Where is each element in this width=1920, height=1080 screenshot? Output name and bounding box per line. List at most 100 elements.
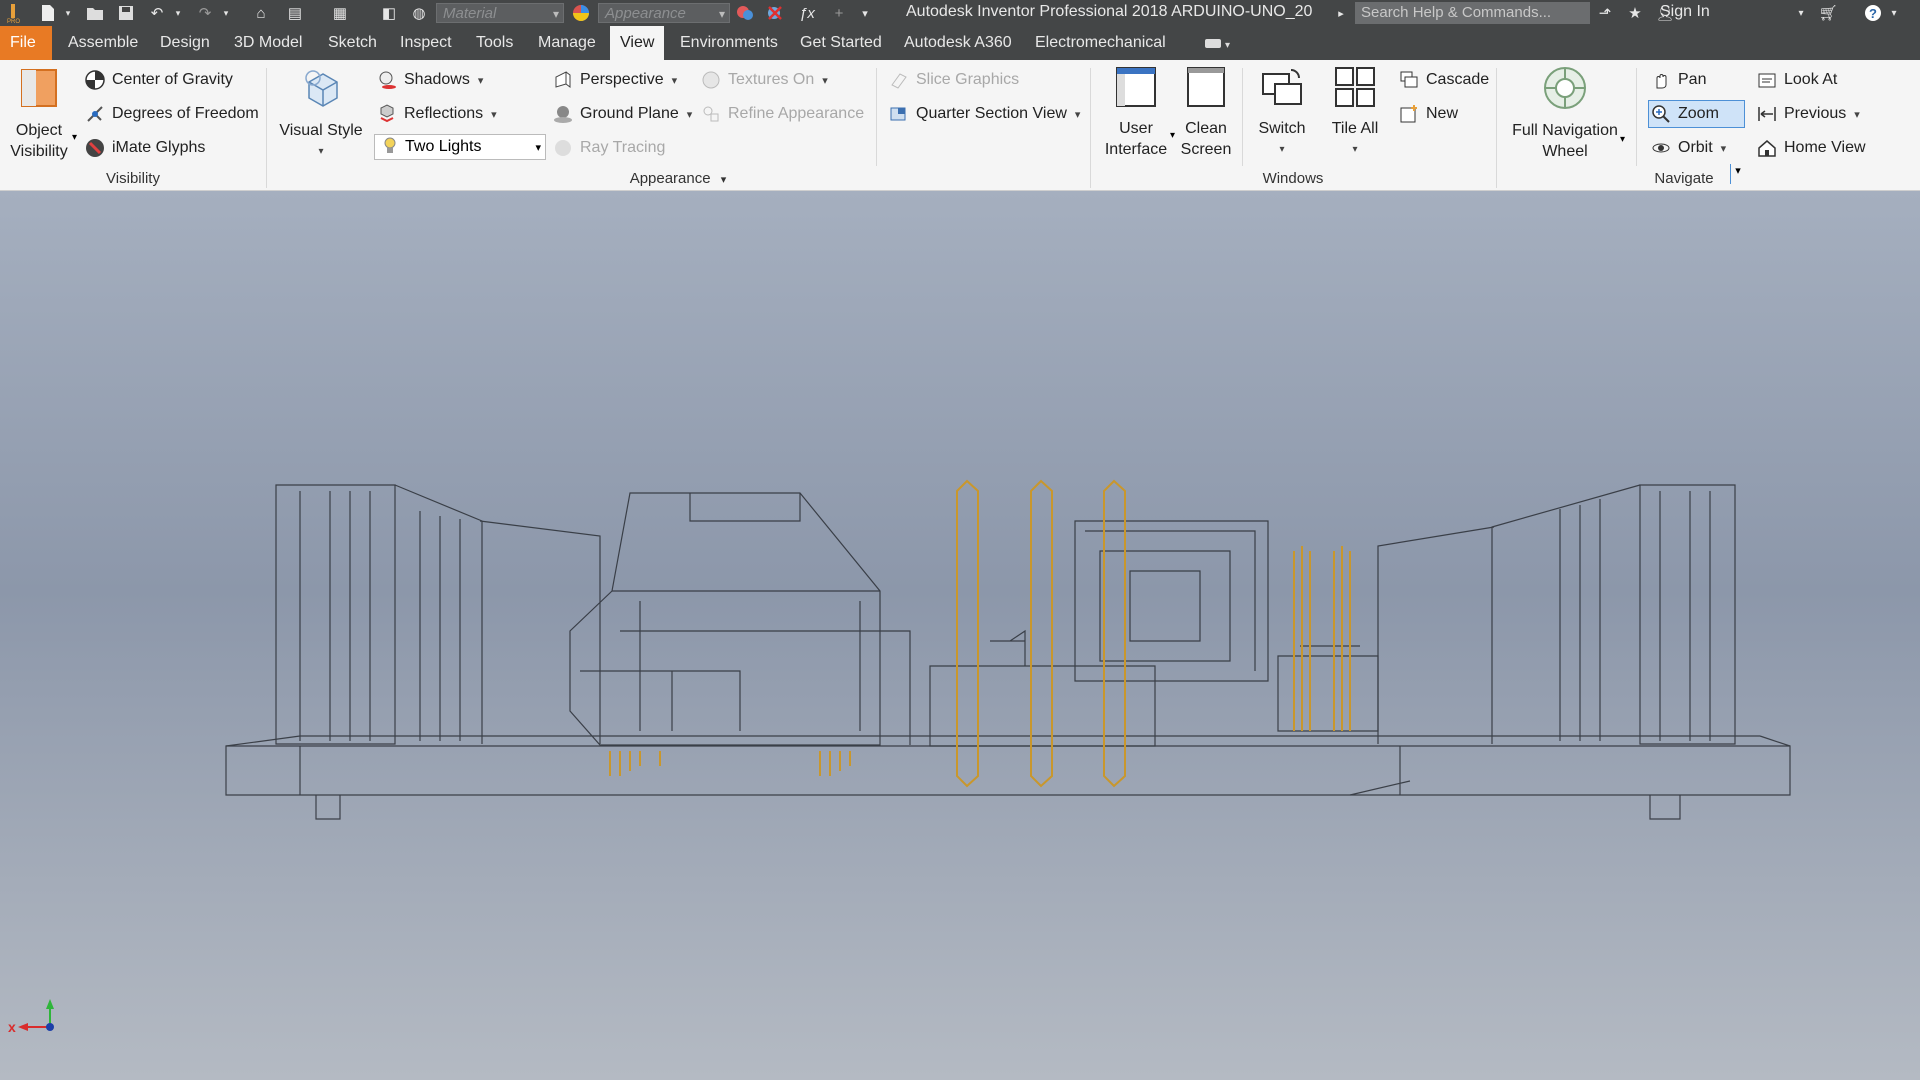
tab-file[interactable]: File [0,26,52,60]
previous-dropdown-icon[interactable]: ▾ [1854,108,1860,121]
ground-plane-button[interactable]: Ground Plane ▾ [552,100,692,128]
select-icon[interactable]: ◧ [378,2,400,24]
zoom-button[interactable]: Zoom [1650,100,1719,128]
arduino-board-model[interactable] [0,191,1920,1080]
cascade-button[interactable]: Cascade [1398,66,1489,94]
full-navigation-wheel-button[interactable]: Full Navigation Wheel [1506,66,1624,162]
pan-button[interactable]: Pan [1650,66,1706,94]
save-icon[interactable] [115,2,137,24]
tab-assemble[interactable]: Assemble [58,26,148,60]
cart-icon[interactable]: 🛒︎ [1816,2,1840,24]
appearance-color-icon[interactable] [570,2,592,24]
tile-all-dropdown-icon[interactable]: ▾ [1322,139,1388,160]
user-interface-dropdown-icon[interactable]: ▾ [1170,130,1175,141]
tab-view[interactable]: View [610,26,664,60]
help-icon[interactable]: ? [1862,2,1884,24]
search-help-icon[interactable]: ⬏ [1594,2,1616,24]
home-view-button[interactable]: Home View [1756,134,1866,162]
full-nav-wheel-label-1: Full Navigation [1512,122,1618,139]
quarter-section-dropdown-icon[interactable]: ▾ [1075,108,1081,121]
tab-electromechanical[interactable]: Electromechanical [1025,26,1176,60]
signin-dropdown-icon[interactable]: ▾ [1794,2,1808,24]
search-input[interactable]: Search Help & Commands... [1355,2,1590,24]
object-visibility-button[interactable]: Object Visibility [6,66,72,162]
clean-screen-button[interactable]: Clean Screen [1176,66,1236,160]
customize-qat-icon[interactable]: ▾ [856,2,874,24]
previous-view-button[interactable]: Previous ▾ [1756,100,1860,128]
degrees-of-freedom-button[interactable]: Degrees of Freedom [84,100,259,128]
sign-in-link[interactable]: Sign In [1660,3,1710,21]
undo-icon[interactable]: ↶ [146,2,168,24]
object-visibility-icon [6,66,72,116]
fx-icon[interactable]: ƒx [796,2,818,24]
expand-arrow-icon[interactable]: ▸ [1334,2,1348,24]
previous-label: Previous [1784,105,1847,122]
center-of-gravity-button[interactable]: Center of Gravity [84,66,233,94]
tab-tools[interactable]: Tools [466,26,523,60]
shadows-icon [376,69,398,91]
perspective-button[interactable]: Perspective ▾ [552,66,677,94]
shadows-button[interactable]: Shadows ▾ [376,66,483,94]
home-icon[interactable]: ⌂ [250,2,272,24]
user-interface-button[interactable]: User Interface [1100,66,1172,160]
globe-icon[interactable]: ◍ [408,2,430,24]
orbit-button[interactable]: Orbit ▾ [1650,134,1726,162]
tile-all-button[interactable]: Tile All ▾ [1322,66,1388,160]
open-icon[interactable] [84,2,106,24]
switch-dropdown-icon[interactable]: ▾ [1250,139,1314,160]
switch-window-icon [1250,66,1314,114]
material-dropdown[interactable]: Material [436,3,564,24]
graphics-viewport[interactable]: x [0,191,1920,1080]
redo-dropdown-icon[interactable]: ▾ [220,2,232,24]
full-nav-wheel-label-2: Wheel [1542,143,1588,160]
object-visibility-dropdown-icon[interactable]: ▾ [72,132,77,143]
tab-3d-model[interactable]: 3D Model [224,26,312,60]
tab-inspect[interactable]: Inspect [390,26,462,60]
slice-graphics-button[interactable]: Slice Graphics [888,66,1019,94]
clear-appearance-icon[interactable] [764,2,786,24]
tab-get-started[interactable]: Get Started [790,26,892,60]
tab-sketch[interactable]: Sketch [318,26,387,60]
quarter-section-view-button[interactable]: Quarter Section View ▾ [888,100,1080,128]
lighting-dropdown-icon[interactable]: ▾ [535,141,541,154]
print-icon[interactable]: ▤ [284,2,306,24]
look-at-button[interactable]: Look At [1756,66,1837,94]
visual-style-button[interactable]: Visual Style ▾ [278,66,364,162]
tab-manage[interactable]: Manage [528,26,606,60]
refine-appearance-button[interactable]: Refine Appearance [700,100,864,128]
adjust-appearance-icon[interactable] [734,2,756,24]
lighting-style-select[interactable]: Two Lights ▾ [374,134,546,160]
ground-plane-dropdown-icon[interactable]: ▾ [687,108,693,121]
panel-title-windows: Windows [1262,170,1324,187]
panel-title-appearance[interactable]: Appearance ▾ [266,170,1090,190]
tab-autodesk-a360[interactable]: Autodesk A360 [894,26,1022,60]
visual-style-dropdown-icon[interactable]: ▾ [278,141,364,162]
reflections-dropdown-icon[interactable]: ▾ [491,108,497,121]
ray-tracing-button[interactable]: Ray Tracing [552,134,665,162]
tab-design[interactable]: Design [150,26,220,60]
textures-dropdown-icon[interactable]: ▾ [822,74,828,87]
reflections-button[interactable]: Reflections ▾ [376,100,497,128]
dropdown-arrow-icon[interactable]: ▾ [62,2,74,24]
textures-on-button[interactable]: Textures On ▾ [700,66,828,94]
imate-glyphs-button[interactable]: iMate Glyphs [84,134,205,162]
orbit-dropdown-icon[interactable]: ▾ [1721,142,1727,155]
app-title: Autodesk Inventor Professional 2018 ARDU… [906,3,1313,20]
perspective-dropdown-icon[interactable]: ▾ [672,74,678,87]
inventor-logo-icon[interactable]: PRO [2,2,24,24]
ribbon-toggle-icon[interactable]: ▾ [1196,26,1236,60]
update-icon[interactable]: ▦ [328,2,352,24]
new-file-icon[interactable] [36,2,60,24]
undo-dropdown-icon[interactable]: ▾ [172,2,184,24]
redo-icon[interactable]: ↷ [194,2,216,24]
switch-window-button[interactable]: Switch ▾ [1250,66,1314,160]
nav-wheel-dropdown-icon[interactable]: ▾ [1620,134,1625,145]
new-window-button[interactable]: New [1398,100,1458,128]
tab-environments[interactable]: Environments [670,26,788,60]
measure-icon[interactable]: + [828,2,850,24]
center-of-gravity-icon [84,69,106,91]
favorites-star-icon[interactable]: ★ [1624,2,1646,24]
help-dropdown-icon[interactable]: ▾ [1888,2,1900,24]
appearance-dropdown[interactable]: Appearance [598,3,730,24]
shadows-dropdown-icon[interactable]: ▾ [478,74,484,87]
